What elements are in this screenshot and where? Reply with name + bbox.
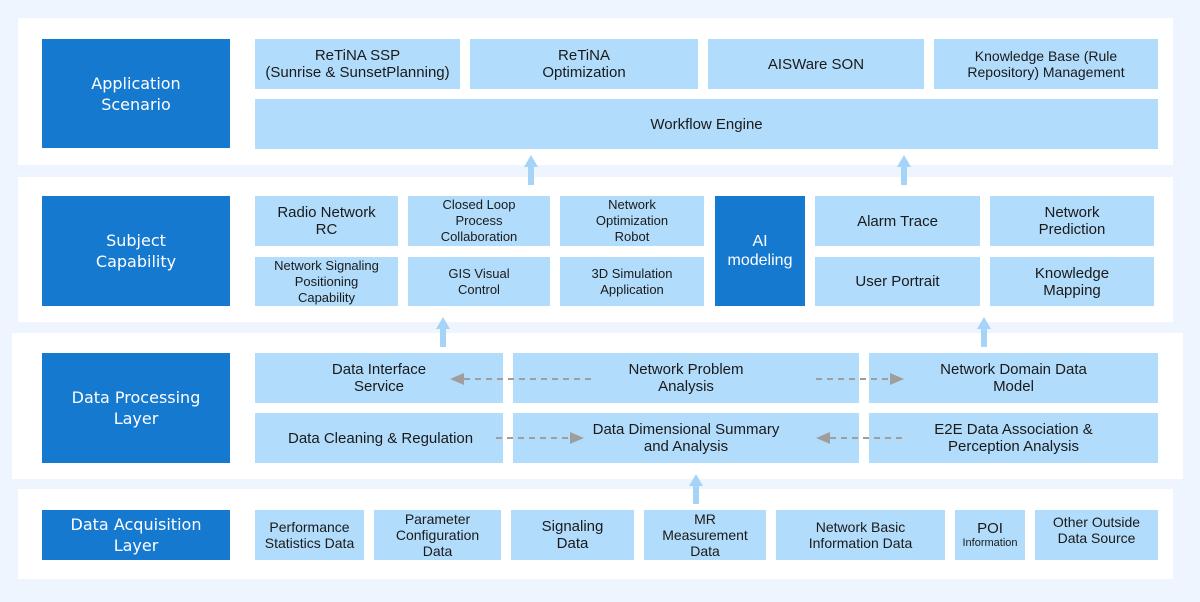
arrow-up-subject-to-app-left: [524, 155, 538, 185]
data-cleaning-module[interactable]: Data Cleaning & Regulation: [255, 413, 503, 463]
aisware-son-module[interactable]: AISWare SON: [708, 39, 924, 89]
arrow-up-subject-to-app-right: [897, 155, 911, 185]
performance-statistics-module[interactable]: Performance Statistics Data: [255, 510, 364, 560]
signaling-data-module[interactable]: Signaling Data: [511, 510, 634, 560]
parameter-configuration-module[interactable]: Parameter Configuration Data: [374, 510, 501, 560]
alarm-trace-module[interactable]: Alarm Trace: [815, 196, 980, 246]
knowledge-base-module[interactable]: Knowledge Base (Rule Repository) Managem…: [934, 39, 1158, 89]
subject-capability-label: Subject Capability: [42, 196, 230, 306]
ai-modeling-module[interactable]: AI modeling: [715, 196, 805, 306]
data-processing-label: Data Processing Layer: [42, 353, 230, 463]
network-signaling-positioning-module[interactable]: Network Signaling Positioning Capability: [255, 257, 398, 306]
arrow-up-acquisition-to-processing: [689, 474, 703, 504]
other-data-source-module[interactable]: Other Outside Data Source: [1035, 510, 1158, 560]
poi-information-module[interactable]: POI Information: [955, 510, 1025, 560]
application-scenario-label: Application Scenario: [42, 39, 230, 148]
workflow-engine-module[interactable]: Workflow Engine: [255, 99, 1158, 149]
dashed-arrow-e2e-to-summary: [816, 432, 904, 444]
dashed-arrow-to-data-interface: [450, 373, 596, 385]
closed-loop-module[interactable]: Closed Loop Process Collaboration: [408, 196, 550, 246]
poi-title: POI: [977, 520, 1003, 537]
arrow-up-processing-to-subject-right: [977, 317, 991, 347]
network-domain-data-model-module[interactable]: Network Domain Data Model: [869, 353, 1158, 403]
network-optimization-robot-module[interactable]: Network Optimization Robot: [560, 196, 704, 246]
data-acquisition-label: Data Acquisition Layer: [42, 510, 230, 560]
gis-visual-control-module[interactable]: GIS Visual Control: [408, 257, 550, 306]
retina-optimization-module[interactable]: ReTiNA Optimization: [470, 39, 698, 89]
retina-ssp-module[interactable]: ReTiNA SSP (Sunrise & SunsetPlanning): [255, 39, 460, 89]
e2e-data-association-module[interactable]: E2E Data Association & Perception Analys…: [869, 413, 1158, 463]
arrow-up-processing-to-subject-left: [436, 317, 450, 347]
user-portrait-module[interactable]: User Portrait: [815, 257, 980, 306]
network-basic-info-module[interactable]: Network Basic Information Data: [776, 510, 945, 560]
dashed-arrow-cleaning-to-summary: [496, 432, 584, 444]
knowledge-mapping-module[interactable]: Knowledge Mapping: [990, 257, 1154, 306]
3d-simulation-module[interactable]: 3D Simulation Application: [560, 257, 704, 306]
radio-network-rc-module[interactable]: Radio Network RC: [255, 196, 398, 246]
mr-measurement-module[interactable]: MR Measurement Data: [644, 510, 766, 560]
dashed-arrow-to-domain-model: [816, 373, 904, 385]
poi-subtitle: Information: [962, 537, 1018, 549]
network-prediction-module[interactable]: Network Prediction: [990, 196, 1154, 246]
